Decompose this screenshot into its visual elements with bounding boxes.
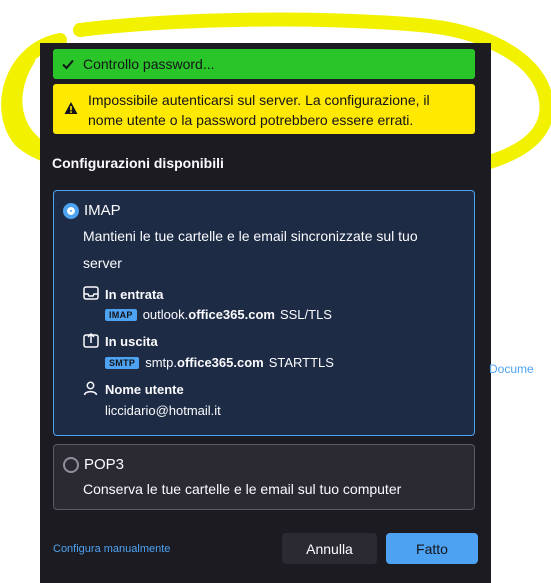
- username-value: liccidario@hotmail.it: [105, 403, 221, 418]
- imap-label: IMAP: [84, 202, 121, 219]
- pop3-label: POP3: [84, 456, 125, 473]
- outgoing-host-domain: office365.com: [177, 355, 264, 370]
- outgoing-label: In uscita: [105, 334, 158, 349]
- checking-password-banner: Controllo password...: [53, 49, 475, 79]
- documentation-link[interactable]: Docume: [489, 362, 534, 376]
- checking-password-text: Controllo password...: [83, 56, 215, 72]
- outgoing-protocol-tag: SMTP: [105, 356, 140, 369]
- outgoing-host-prefix: smtp.: [145, 355, 177, 370]
- pop3-option-card[interactable]: POP3 Conserva le tue cartelle e le email…: [53, 444, 475, 510]
- manual-config-link[interactable]: Configura manualmente: [53, 543, 170, 555]
- cancel-button[interactable]: Annulla: [282, 533, 377, 564]
- incoming-security: SSL/TLS: [279, 307, 332, 322]
- incoming-label: In entrata: [105, 287, 164, 302]
- available-configurations-heading: Configurazioni disponibili: [52, 155, 224, 171]
- imap-radio[interactable]: [63, 203, 79, 219]
- imap-option-card[interactable]: IMAP Mantieni le tue cartelle e le email…: [53, 190, 475, 436]
- account-setup-panel: Controllo password... Impossibile autent…: [40, 43, 491, 583]
- incoming-host-prefix: outlook.: [142, 307, 189, 322]
- username-label: Nome utente: [105, 382, 184, 397]
- incoming-server: IMAP outlook. office365.com SSL/TLS: [105, 307, 332, 322]
- auth-error-text: Impossibile autenticarsi sul server. La …: [88, 92, 430, 128]
- outgoing-server: SMTP smtp. office365.com STARTTLS: [105, 355, 334, 370]
- done-button[interactable]: Fatto: [386, 533, 478, 564]
- check-icon: [53, 57, 83, 71]
- user-icon: [83, 381, 98, 401]
- incoming-protocol-tag: IMAP: [105, 308, 137, 321]
- outbox-icon: [83, 332, 99, 353]
- outgoing-security: STARTTLS: [268, 355, 334, 370]
- warning-icon: [64, 100, 78, 120]
- pop3-description: Conserva le tue cartelle e le email sul …: [83, 481, 402, 497]
- incoming-host-domain: office365.com: [188, 307, 275, 322]
- imap-description: Mantieni le tue cartelle e le email sinc…: [83, 228, 418, 271]
- inbox-icon: [83, 286, 99, 305]
- auth-error-banner: Impossibile autenticarsi sul server. La …: [53, 84, 475, 134]
- pop3-radio[interactable]: [63, 457, 79, 473]
